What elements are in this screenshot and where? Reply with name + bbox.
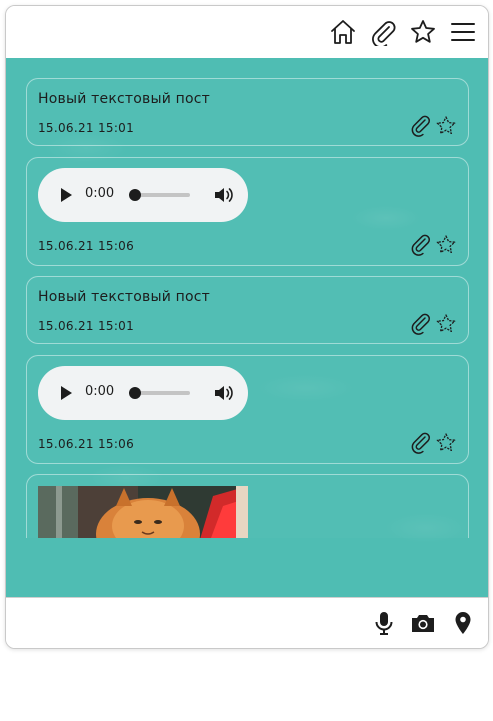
- pin-icon[interactable]: [410, 313, 432, 335]
- favorite-star-icon[interactable]: [435, 115, 457, 137]
- post-actions: [410, 313, 458, 335]
- text-post: Новый текстовый пост 15.06.21 15:01: [26, 78, 469, 146]
- audio-player: 0:00: [38, 366, 248, 420]
- text-post: Новый текстовый пост 15.06.21 15:01: [26, 276, 469, 344]
- post-date: 15.06.21 15:01: [38, 121, 135, 135]
- menu-icon[interactable]: [449, 18, 477, 46]
- app-window: Новый текстовый пост 15.06.21 15:01 0:00…: [5, 5, 489, 649]
- post-actions: [410, 432, 458, 454]
- audio-progress-track[interactable]: [133, 391, 190, 395]
- post-text: Новый текстовый пост: [38, 91, 211, 107]
- volume-icon[interactable]: [212, 382, 234, 404]
- microphone-icon[interactable]: [371, 610, 397, 636]
- camera-icon[interactable]: [410, 610, 436, 636]
- favorite-star-icon[interactable]: [435, 234, 457, 256]
- header-bar: [6, 6, 488, 59]
- audio-progress-thumb[interactable]: [129, 189, 141, 201]
- location-pin-icon[interactable]: [450, 610, 476, 636]
- audio-progress-track[interactable]: [133, 193, 190, 197]
- favorite-star-icon[interactable]: [435, 432, 457, 454]
- post-date: 15.06.21 15:06: [38, 239, 135, 253]
- pin-icon[interactable]: [410, 234, 432, 256]
- audio-post: 0:00 15.06.21 15:06: [26, 157, 469, 266]
- feed-area[interactable]: Новый текстовый пост 15.06.21 15:01 0:00…: [6, 58, 488, 597]
- audio-time: 0:00: [85, 186, 115, 201]
- play-icon[interactable]: [56, 185, 76, 205]
- post-actions: [410, 115, 458, 137]
- home-icon[interactable]: [329, 18, 357, 46]
- pin-icon[interactable]: [410, 115, 432, 137]
- post-actions: [410, 234, 458, 256]
- favorite-star-icon[interactable]: [435, 313, 457, 335]
- audio-player: 0:00: [38, 168, 248, 222]
- volume-icon[interactable]: [212, 184, 234, 206]
- image-post: [26, 474, 469, 538]
- paperclip-icon[interactable]: [369, 18, 397, 46]
- audio-post: 0:00 15.06.21 15:06: [26, 355, 469, 464]
- post-text: Новый текстовый пост: [38, 289, 211, 305]
- play-icon[interactable]: [56, 383, 76, 403]
- audio-progress-thumb[interactable]: [129, 387, 141, 399]
- footer-toolbar: [6, 597, 488, 648]
- audio-time: 0:00: [85, 384, 115, 399]
- post-image[interactable]: [38, 486, 248, 538]
- post-date: 15.06.21 15:01: [38, 319, 135, 333]
- pin-icon[interactable]: [410, 432, 432, 454]
- post-date: 15.06.21 15:06: [38, 437, 135, 451]
- post-list: Новый текстовый пост 15.06.21 15:01 0:00…: [26, 78, 469, 538]
- star-icon[interactable]: [409, 18, 437, 46]
